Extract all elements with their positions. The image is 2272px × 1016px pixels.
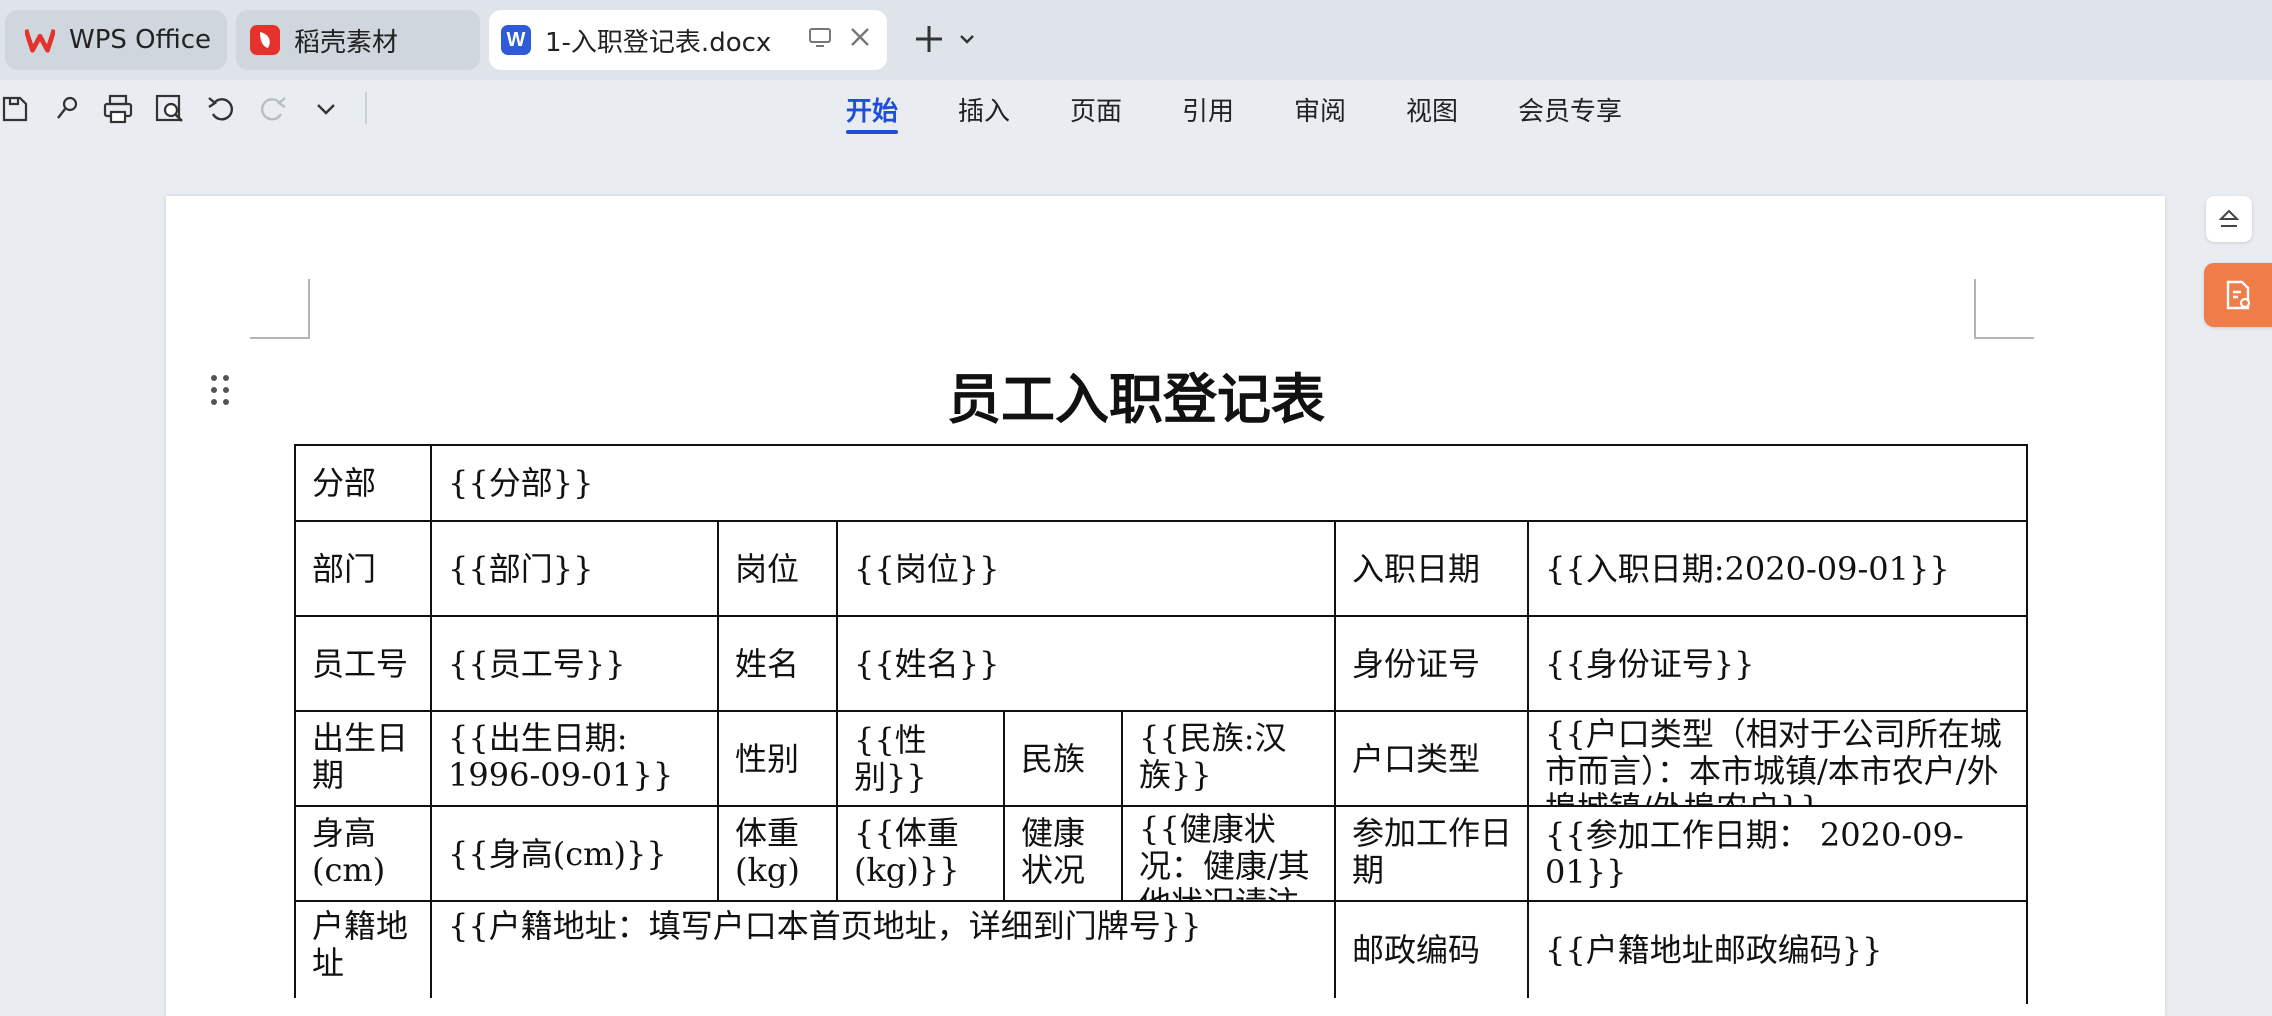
table-cell-label[interactable]: 户口类型 bbox=[1334, 710, 1528, 806]
tab-label: 稻壳素材 bbox=[294, 27, 399, 58]
table-cell-label[interactable]: 姓名 bbox=[717, 615, 837, 711]
table-cell-value[interactable]: {{户籍地址：填写户口本首页地址，详细到门牌号}} bbox=[430, 900, 1335, 998]
table-cell-value[interactable]: {{身份证号}} bbox=[1527, 615, 2027, 711]
menu-references[interactable]: 引用 bbox=[1182, 91, 1234, 128]
table-cell-label[interactable]: 分部 bbox=[294, 444, 431, 521]
table-cell-value[interactable]: {{户籍地址邮政编码}} bbox=[1527, 900, 2027, 998]
toolbar-divider bbox=[365, 92, 367, 124]
menu-member[interactable]: 会员专享 bbox=[1518, 91, 1622, 128]
table-cell-label[interactable]: 部门 bbox=[294, 520, 431, 616]
table-cell-value[interactable]: {{体重(kg)}} bbox=[836, 805, 1004, 901]
document-assistant-icon[interactable] bbox=[2204, 263, 2272, 327]
menu-page[interactable]: 页面 bbox=[1070, 91, 1122, 128]
table-cell-label[interactable]: 身份证号 bbox=[1334, 615, 1528, 711]
redo-icon[interactable] bbox=[256, 92, 290, 126]
table-cell-label[interactable]: 入职日期 bbox=[1334, 520, 1528, 616]
word-doc-icon: W bbox=[501, 25, 531, 55]
table-cell-value[interactable]: {{入职日期:2020-09-01}} bbox=[1527, 520, 2027, 616]
table-cell-label[interactable]: 身高(cm) bbox=[294, 805, 431, 901]
table-cell-value[interactable]: {{性别}} bbox=[836, 710, 1004, 806]
table-cell-label[interactable]: 体重(kg) bbox=[717, 805, 837, 901]
monitor-icon[interactable] bbox=[807, 24, 833, 56]
active-tab-indicator bbox=[846, 130, 898, 134]
menu-home[interactable]: 开始 bbox=[846, 91, 898, 128]
print-icon[interactable] bbox=[101, 92, 135, 126]
table-cell-label[interactable]: 邮政编码 bbox=[1334, 900, 1528, 998]
table-cell-label[interactable]: 性别 bbox=[717, 710, 837, 806]
menu-view[interactable]: 视图 bbox=[1406, 91, 1458, 128]
table-right-border bbox=[2026, 444, 2028, 1004]
table-cell-value[interactable]: {{岗位}} bbox=[836, 520, 1335, 616]
plus-icon bbox=[912, 22, 946, 60]
table-cell-value[interactable]: {{分部}} bbox=[430, 444, 2027, 521]
table-cell-value[interactable]: {{出生日期: 1996-09-01}} bbox=[430, 710, 718, 806]
tab-document[interactable]: W 1-入职登记表.docx bbox=[489, 10, 887, 70]
table-cell-label[interactable]: 户籍地址 bbox=[294, 900, 431, 998]
table-cell-value[interactable]: {{身高(cm)}} bbox=[430, 805, 718, 901]
save-icon[interactable] bbox=[0, 92, 32, 126]
table-cell-value[interactable]: {{员工号}} bbox=[430, 615, 718, 711]
table-cell-value[interactable]: {{姓名}} bbox=[836, 615, 1335, 711]
table-cell-label[interactable]: 员工号 bbox=[294, 615, 431, 711]
collapse-toolbar-icon[interactable] bbox=[2206, 196, 2252, 242]
table-cell-value[interactable]: {{民族:汉族}} bbox=[1121, 710, 1335, 806]
link-icon[interactable] bbox=[50, 92, 84, 126]
table-cell-label[interactable]: 岗位 bbox=[717, 520, 837, 616]
table-cell-value[interactable]: {{参加工作日期： 2020-09-01}} bbox=[1527, 805, 2027, 901]
table-cell-value[interactable]: {{健康状况：健康/其他状况请注明}} bbox=[1121, 805, 1335, 901]
tab-strip: WPS Office 稻壳素材 W 1-入职登记表.docx bbox=[0, 0, 2272, 80]
table-cell-label[interactable]: 出生日期 bbox=[294, 710, 431, 806]
print-preview-icon[interactable] bbox=[153, 92, 187, 126]
docer-logo-icon bbox=[250, 25, 280, 55]
new-tab-button[interactable] bbox=[912, 16, 976, 66]
menu-review[interactable]: 审阅 bbox=[1294, 91, 1346, 128]
close-icon[interactable] bbox=[847, 24, 873, 56]
margin-corner-mark bbox=[250, 279, 310, 339]
document-title[interactable]: 员工入职登记表 bbox=[0, 355, 2272, 434]
wps-logo-icon bbox=[25, 25, 55, 55]
table-cell-label[interactable]: 参加工作日期 bbox=[1334, 805, 1528, 901]
chevron-down-icon[interactable] bbox=[958, 30, 976, 52]
undo-icon[interactable] bbox=[204, 92, 238, 126]
tab-docer[interactable]: 稻壳素材 bbox=[236, 10, 480, 70]
tab-wps-office[interactable]: WPS Office bbox=[5, 10, 227, 70]
table-cell-value[interactable]: {{户口类型（相对于公司所在城市而言）：本市城镇/本市农户/外埠城镇/外埠农户}… bbox=[1527, 710, 2027, 806]
tab-label: WPS Office bbox=[69, 25, 212, 55]
more-chevron-icon[interactable] bbox=[309, 92, 343, 126]
menu-insert[interactable]: 插入 bbox=[958, 91, 1010, 128]
margin-corner-mark bbox=[1974, 279, 2034, 339]
tab-label: 1-入职登记表.docx bbox=[545, 27, 772, 58]
table-cell-value[interactable]: {{部门}} bbox=[430, 520, 718, 616]
table-cell-label[interactable]: 健康状况 bbox=[1003, 805, 1122, 901]
table-cell-label[interactable]: 民族 bbox=[1003, 710, 1122, 806]
